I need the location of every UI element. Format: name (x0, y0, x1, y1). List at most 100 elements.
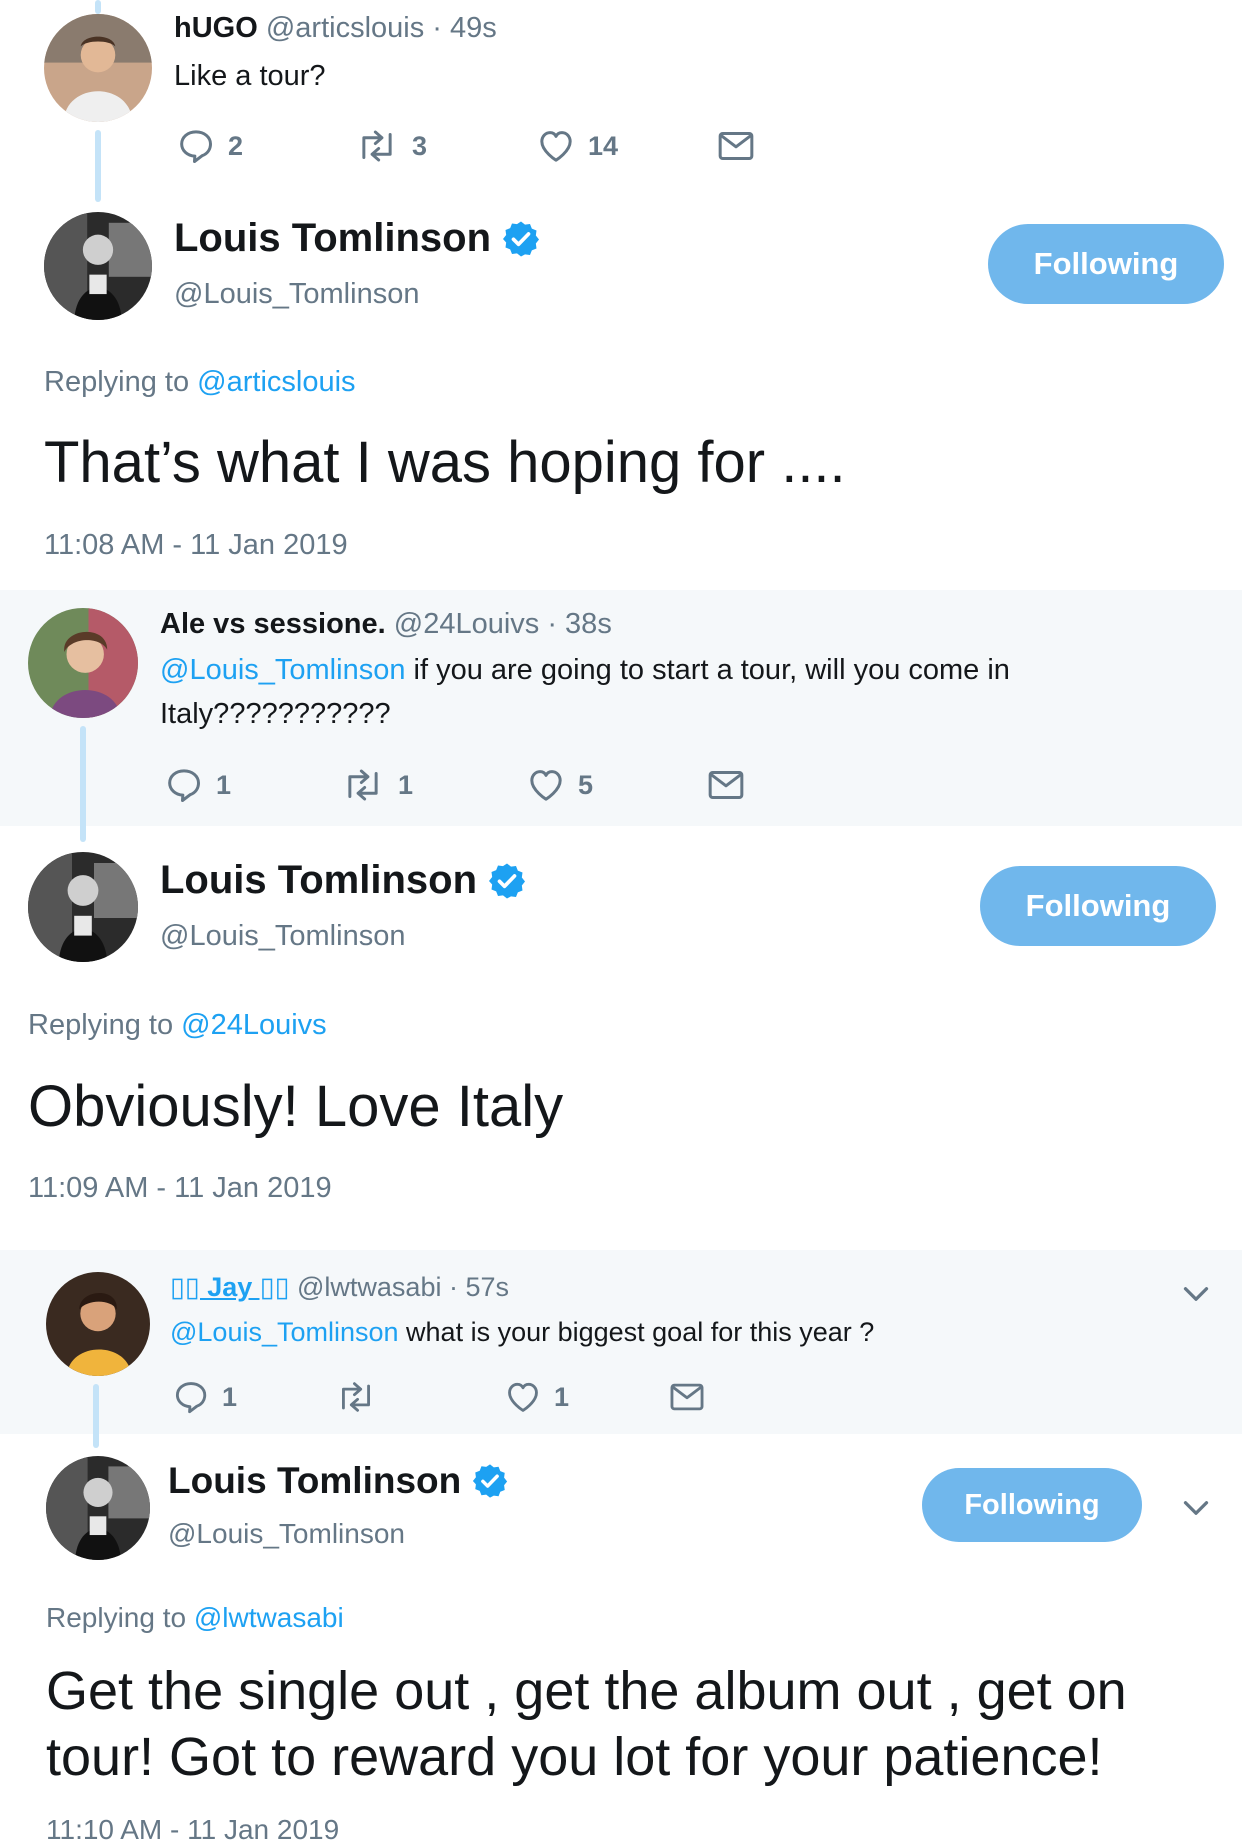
like-count: 14 (588, 130, 619, 161)
like-icon (536, 126, 576, 166)
reply-action[interactable]: 2 (176, 126, 243, 166)
reply-icon (164, 765, 204, 805)
avatar[interactable] (46, 1272, 150, 1376)
avatar-image (46, 1272, 150, 1376)
message-icon (716, 126, 756, 166)
reply-time[interactable]: · 38s (547, 608, 611, 640)
reply-author-name[interactable]: ▯▯ Jay ▯▯ (170, 1272, 289, 1302)
replying-handle-link[interactable]: @articslouis (197, 366, 355, 398)
avatar-image (46, 1456, 150, 1560)
reply-count: 1 (216, 769, 232, 800)
chevron-down-icon[interactable] (1178, 1276, 1214, 1312)
like-count: 1 (554, 1381, 570, 1412)
reply-author-handle[interactable]: @articslouis (266, 12, 424, 44)
replying-prefix: Replying to (28, 1009, 174, 1041)
like-count: 5 (578, 769, 594, 800)
avatar[interactable] (28, 608, 138, 718)
main-tweet-text-line1: Get the single out , get the album out ,… (46, 1661, 1127, 1721)
reply-header: hUGO @articslouis · 49s (174, 12, 497, 45)
replying-prefix: Replying to (46, 1602, 187, 1633)
reply-time[interactable]: · 49s (432, 12, 496, 44)
reply-author-name[interactable]: hUGO (174, 12, 258, 44)
avatar[interactable] (46, 1456, 150, 1560)
retweet-count: 1 (398, 769, 414, 800)
retweet-action[interactable]: 3 (354, 126, 427, 166)
avatar[interactable] (28, 852, 138, 962)
following-button[interactable]: Following (980, 866, 1216, 946)
reply-action[interactable]: 1 (172, 1378, 237, 1416)
reply-text: Like a tour? (174, 54, 326, 98)
reply-header: Ale vs sessione. @24Louivs · 38s (160, 608, 612, 641)
verified-badge-icon (471, 1462, 509, 1500)
thread-line (95, 130, 101, 202)
reply-icon (176, 126, 216, 166)
reply-text-body-line2: Italy??????????? (160, 698, 391, 730)
verified-badge-icon (487, 861, 527, 901)
main-author-handle[interactable]: @Louis_Tomlinson (160, 920, 405, 953)
following-button[interactable]: Following (922, 1468, 1142, 1542)
reply-count: 2 (228, 130, 244, 161)
main-tweet-text: That’s what I was hoping for .... (44, 430, 846, 495)
mention-link[interactable]: @Louis_Tomlinson (160, 654, 405, 686)
avatar[interactable] (44, 14, 152, 122)
like-action[interactable]: 14 (536, 126, 618, 166)
thread-line (93, 1384, 99, 1448)
main-author-name-row: Louis Tomlinson (174, 216, 541, 261)
chevron-down-icon[interactable] (1178, 1490, 1214, 1526)
retweet-action[interactable] (334, 1378, 390, 1416)
main-author-name-row: Louis Tomlinson (168, 1460, 509, 1502)
reply-author-handle[interactable]: @lwtwasabi (297, 1272, 441, 1302)
replying-to: Replying to @articslouis (44, 366, 356, 399)
like-icon (526, 765, 566, 805)
reply-text-body: Like a tour? (174, 60, 326, 92)
reply-count: 1 (222, 1381, 238, 1412)
reply-author-handle[interactable]: @24Louivs (394, 608, 540, 640)
message-action[interactable] (668, 1378, 706, 1416)
message-icon (668, 1378, 706, 1416)
main-author-name[interactable]: Louis Tomlinson (168, 1460, 461, 1502)
replying-prefix: Replying to (44, 366, 190, 398)
like-icon (504, 1378, 542, 1416)
avatar-image (44, 14, 152, 122)
following-button[interactable]: Following (988, 224, 1224, 304)
main-tweet-text: Obviously! Love Italy (28, 1074, 564, 1139)
thread-line (95, 0, 101, 14)
avatar[interactable] (44, 212, 152, 320)
reply-icon (172, 1378, 210, 1416)
main-author-name[interactable]: Louis Tomlinson (174, 216, 491, 261)
like-action[interactable]: 1 (504, 1378, 569, 1416)
avatar-image (28, 852, 138, 962)
reply-action[interactable]: 1 (164, 765, 231, 805)
main-author-name[interactable]: Louis Tomlinson (160, 858, 477, 903)
reply-time[interactable]: · 57s (449, 1272, 509, 1302)
avatar-image (44, 212, 152, 320)
retweet-icon (334, 1378, 378, 1416)
main-timestamp[interactable]: 11:10 AM - 11 Jan 2019 (46, 1814, 339, 1846)
replying-to: Replying to @24Louivs (28, 1009, 327, 1042)
reply-text-body: if you are going to start a tour, will y… (405, 654, 1010, 686)
retweet-icon (340, 765, 386, 805)
retweet-count: 3 (412, 130, 428, 161)
replying-to: Replying to @lwtwasabi (46, 1602, 344, 1634)
verified-badge-icon (501, 219, 541, 259)
main-author-name-row: Louis Tomlinson (160, 858, 527, 903)
main-tweet-text: Get the single out , get the album out ,… (46, 1658, 1226, 1790)
main-timestamp[interactable]: 11:08 AM - 11 Jan 2019 (44, 529, 348, 562)
reply-author-name[interactable]: Ale vs sessione. (160, 608, 386, 640)
main-timestamp[interactable]: 11:09 AM - 11 Jan 2019 (28, 1172, 332, 1205)
reply-text: @Louis_Tomlinson what is your biggest go… (170, 1310, 874, 1354)
like-action[interactable]: 5 (526, 765, 593, 805)
main-author-handle[interactable]: @Louis_Tomlinson (168, 1518, 405, 1550)
retweet-action[interactable]: 1 (340, 765, 413, 805)
message-icon (706, 765, 746, 805)
main-tweet-text-line2: tour! Got to reward you lot for your pat… (46, 1727, 1103, 1787)
message-action[interactable] (716, 126, 756, 166)
reply-text: @Louis_Tomlinson if you are going to sta… (160, 648, 1220, 736)
retweet-icon (354, 126, 400, 166)
mention-link[interactable]: @Louis_Tomlinson (170, 1317, 399, 1347)
replying-handle-link[interactable]: @lwtwasabi (194, 1602, 344, 1633)
replying-handle-link[interactable]: @24Louivs (181, 1009, 327, 1041)
message-action[interactable] (706, 765, 746, 805)
main-author-handle[interactable]: @Louis_Tomlinson (174, 278, 419, 311)
reply-header: ▯▯ Jay ▯▯ @lwtwasabi · 57s (170, 1272, 509, 1303)
